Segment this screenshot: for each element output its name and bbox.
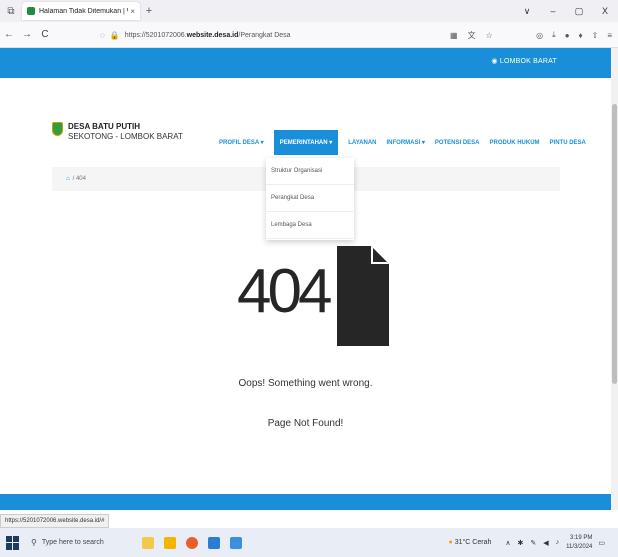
microphone-icon[interactable]: ♪ xyxy=(556,539,560,546)
taskbar-apps xyxy=(142,536,252,549)
pen-icon[interactable]: ✎ xyxy=(530,539,536,547)
address-bar[interactable]: ◌ 🔒 https:// 5201072006. website.desa.id… xyxy=(100,25,480,45)
maximize-button[interactable]: ▢ xyxy=(566,6,592,17)
qr-code-icon[interactable]: ▦ xyxy=(450,31,458,40)
extension-icon[interactable]: ● xyxy=(565,31,570,40)
forward-button[interactable]: → xyxy=(18,29,36,40)
taskbar-search[interactable]: ⚲ Type here to search xyxy=(28,533,132,553)
notification-icon[interactable]: ▭ xyxy=(598,539,605,547)
tab-dropdown-icon[interactable]: ∨ xyxy=(514,6,540,17)
nav-profil-desa[interactable]: PROFIL DESA ▾ xyxy=(219,139,264,146)
start-tile xyxy=(13,535,19,542)
region-link[interactable]: ◉ LOMBOK BARAT xyxy=(491,57,557,65)
site-footer-strip xyxy=(0,494,611,510)
nav-potensi-desa[interactable]: POTENSI DESA xyxy=(435,140,480,146)
window-controls: ∨ – ▢ X xyxy=(514,0,618,22)
site-top-strip: ◉ LOMBOK BARAT xyxy=(0,48,611,78)
system-tray: ● 31°C Cerah ∧ ✱ ✎ ◀ ♪ 3:19 PM 11/3/2024… xyxy=(449,528,612,557)
status-bar-url: https://5201072006.website.desa.id/# xyxy=(0,514,110,528)
download-icon[interactable]: ⤓ xyxy=(552,30,556,40)
tab-list-icon[interactable]: ⧉ xyxy=(0,0,22,22)
address-bar-actions: ▦ 文 ☆ xyxy=(450,25,503,45)
location-pin-icon: ◉ xyxy=(491,58,498,65)
reload-button[interactable]: C xyxy=(36,29,54,40)
file-explorer-icon[interactable] xyxy=(164,536,176,549)
browser-tab[interactable]: Halaman Tidak Ditemukan | Wi × xyxy=(22,2,140,20)
store-icon[interactable] xyxy=(208,536,220,549)
search-placeholder: Type here to search xyxy=(41,539,104,546)
screen: ⧉ Halaman Tidak Ditemukan | Wi × + ∨ – ▢… xyxy=(0,0,618,557)
sun-icon: ● xyxy=(448,539,453,546)
photos-icon[interactable] xyxy=(230,536,242,549)
browser-tab-bar: ⧉ Halaman Tidak Ditemukan | Wi × + ∨ – ▢… xyxy=(0,0,618,22)
weather-widget[interactable]: ● 31°C Cerah xyxy=(449,539,492,546)
start-button[interactable] xyxy=(6,535,20,550)
widgets-icon[interactable] xyxy=(142,536,154,549)
breadcrumb-current: / 404 xyxy=(72,176,86,182)
chevron-up-icon[interactable]: ∧ xyxy=(505,539,510,547)
scrollbar-thumb[interactable] xyxy=(612,104,617,384)
page-scrollbar[interactable] xyxy=(611,48,618,510)
site-favicon-icon xyxy=(27,7,35,15)
document-icon xyxy=(337,246,389,346)
volume-icon[interactable]: ◀ xyxy=(543,539,548,547)
menu-icon[interactable]: ≡ xyxy=(607,31,612,40)
error-message: Oops! Something went wrong. xyxy=(238,378,373,389)
brand-subtitle: SEKOTONG - LOMBOK BARAT xyxy=(68,132,183,141)
brand-name[interactable]: DESA BATU PUTIH xyxy=(68,122,140,131)
clock-time: 3:19 PM xyxy=(570,534,593,541)
nav-informasi[interactable]: INFORMASI ▾ xyxy=(387,139,425,146)
start-tile xyxy=(6,535,12,542)
dropdown-item-lembaga[interactable]: Lembaga Desa xyxy=(266,212,354,239)
share-icon[interactable]: ⇧ xyxy=(592,31,599,40)
tab-close-icon[interactable]: × xyxy=(130,7,135,16)
bookmark-star-icon[interactable]: ☆ xyxy=(486,31,493,40)
firefox-icon[interactable] xyxy=(186,536,198,549)
network-icon[interactable]: ✱ xyxy=(517,539,523,547)
shield-icon: ◌ xyxy=(100,30,105,40)
dropdown-item-perangkat[interactable]: Perangkat Desa xyxy=(266,185,354,212)
dropdown-item-struktur[interactable]: Struktur Organisasi xyxy=(266,158,354,185)
url-host: website.desa.id xyxy=(186,31,239,39)
error-code: 404 xyxy=(237,257,332,326)
url-scheme: https:// xyxy=(124,31,146,39)
translate-icon[interactable]: 文 xyxy=(468,30,476,41)
start-tile xyxy=(6,543,12,550)
nav-pintu-desa[interactable]: PINTU DESA xyxy=(550,140,586,146)
main-nav: PROFIL DESA ▾ PEMERINTAHAN ▾ LAYANAN INF… xyxy=(219,130,596,155)
region-label: LOMBOK BARAT xyxy=(499,58,557,65)
pemerintahan-dropdown: Struktur Organisasi Perangkat Desa Lemba… xyxy=(266,158,354,240)
tab-title: Halaman Tidak Ditemukan | Wi xyxy=(39,7,129,15)
new-tab-button[interactable]: + xyxy=(140,2,158,20)
start-tile xyxy=(13,543,19,550)
nav-pemerintahan[interactable]: PEMERINTAHAN ▾ xyxy=(273,130,339,155)
pocket-icon[interactable]: ◎ xyxy=(536,31,543,40)
weather-text: 31°C Cerah xyxy=(454,539,492,546)
lock-icon: 🔒 xyxy=(109,30,120,40)
clock[interactable]: 3:19 PM 11/3/2024 xyxy=(566,534,592,552)
clock-date: 11/3/2024 xyxy=(566,543,593,550)
page-viewport: ◉ LOMBOK BARAT DESA BATU PUTIH SEKOTONG … xyxy=(0,48,618,510)
back-button[interactable]: ← xyxy=(0,29,18,40)
minimize-button[interactable]: – xyxy=(540,6,566,16)
home-icon[interactable]: ⌂ xyxy=(66,176,70,182)
error-submessage: Page Not Found! xyxy=(267,418,344,429)
toolbar-actions: ◎ ⤓ ● ♦ ⇧ ≡ xyxy=(527,25,612,45)
close-window-button[interactable]: X xyxy=(592,6,618,16)
nav-produk-hukum[interactable]: PRODUK HUKUM xyxy=(490,140,540,146)
url-host-prefix: 5201072006. xyxy=(145,31,187,39)
nav-layanan[interactable]: LAYANAN xyxy=(348,140,376,146)
windows-taskbar: ⚲ Type here to search ● 31°C Cerah ∧ ✱ ✎… xyxy=(0,528,618,557)
extension-leaf-icon[interactable]: ♦ xyxy=(579,31,583,40)
url-path: /Perangkat Desa xyxy=(238,31,291,39)
browser-nav-bar: ← → C ◌ 🔒 https:// 5201072006. website.d… xyxy=(0,22,618,48)
search-icon: ⚲ xyxy=(31,538,37,547)
village-logo[interactable] xyxy=(52,122,63,136)
